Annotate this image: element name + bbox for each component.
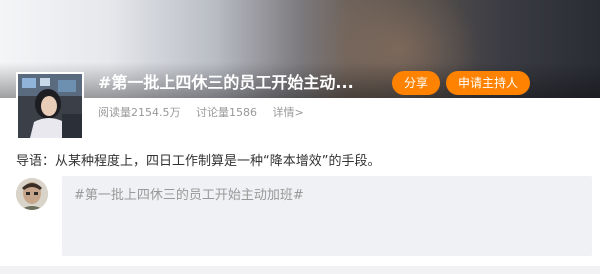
topic-avatar[interactable] [16, 72, 84, 140]
discussion-count: 讨论量1586 [196, 106, 257, 119]
topic-title: #第一批上四休三的员工开始主动... [98, 73, 354, 92]
topic-intro: 导语：从某种程度上，四日工作制算是一种“降本增效”的手段。 [16, 154, 381, 169]
topic-stats: 阅读量2154.5万 讨论量1586 详情> [98, 104, 316, 120]
topic-avatar-image [18, 74, 82, 138]
post-composer-input[interactable]: #第一批上四休三的员工开始主动加班# [62, 176, 592, 256]
apply-host-button[interactable]: 申请主持人 [446, 71, 530, 95]
user-avatar[interactable] [16, 178, 48, 210]
user-avatar-image [16, 178, 48, 210]
share-button[interactable]: 分享 [392, 71, 440, 95]
section-divider [0, 266, 600, 274]
read-count: 阅读量2154.5万 [98, 106, 181, 119]
details-link[interactable]: 详情> [273, 106, 304, 119]
